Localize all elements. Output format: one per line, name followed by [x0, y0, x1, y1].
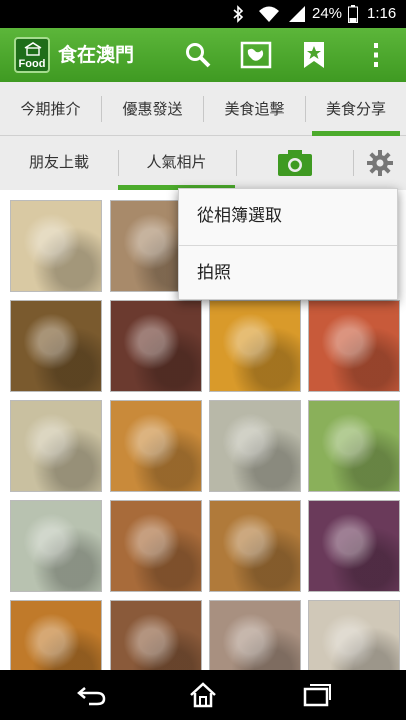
photo-thumbnail[interactable]: [308, 600, 400, 670]
photo-thumbnail[interactable]: [308, 300, 400, 392]
tab-label: 今期推介: [20, 100, 81, 118]
camera-button[interactable]: [237, 136, 353, 190]
tab-food-chase[interactable]: 美食追擊: [204, 82, 305, 136]
photo-thumbnail[interactable]: [209, 500, 301, 592]
recent-apps-icon[interactable]: [295, 678, 339, 712]
subtab-friend-uploads[interactable]: 朋友上載: [0, 136, 118, 190]
overflow-menu-icon[interactable]: [356, 36, 396, 74]
battery-icon: [348, 0, 360, 28]
bluetooth-icon: [232, 0, 246, 28]
main-tabs: 今期推介 優惠發送 美食追擊 美食分享: [0, 82, 406, 136]
logo-text: Food: [18, 58, 46, 70]
home-icon[interactable]: [181, 678, 225, 712]
search-icon[interactable]: [178, 36, 218, 74]
photo-thumbnail[interactable]: [10, 500, 102, 592]
photo-thumbnail[interactable]: [10, 200, 102, 292]
tab-label: 美食追擊: [224, 100, 285, 118]
tab-offers[interactable]: 優惠發送: [102, 82, 203, 136]
house-icon: [24, 42, 42, 56]
photo-thumbnail[interactable]: [110, 600, 202, 670]
sub-tabs: 朋友上載 人氣相片: [0, 136, 406, 190]
photo-thumbnail[interactable]: [10, 300, 102, 392]
bookmark-star-icon[interactable]: [294, 36, 334, 74]
signal-icon: [288, 0, 308, 28]
photo-thumbnail[interactable]: [110, 400, 202, 492]
app-logo[interactable]: Food: [14, 37, 50, 73]
back-icon[interactable]: [70, 678, 114, 712]
photo-thumbnail[interactable]: [10, 400, 102, 492]
camera-icon: [278, 150, 312, 176]
tab-label: 美食分享: [325, 100, 386, 118]
photo-thumbnail[interactable]: [10, 600, 102, 670]
wifi-icon: [258, 0, 282, 28]
menu-item-choose-from-album[interactable]: 從相簿選取: [179, 189, 397, 244]
photo-thumbnail[interactable]: [209, 400, 301, 492]
map-icon[interactable]: [236, 36, 276, 74]
photo-thumbnail[interactable]: [209, 300, 301, 392]
settings-button[interactable]: [354, 136, 406, 190]
photo-thumbnail[interactable]: [110, 500, 202, 592]
photo-thumbnail[interactable]: [110, 300, 202, 392]
photo-thumbnail[interactable]: [209, 600, 301, 670]
tab-current-picks[interactable]: 今期推介: [0, 82, 101, 136]
subtab-label: 朋友上載: [28, 153, 89, 171]
photo-thumbnail[interactable]: [308, 500, 400, 592]
tab-food-share[interactable]: 美食分享: [306, 82, 406, 136]
status-bar: 24% 1:16: [0, 0, 406, 28]
tab-label: 優惠發送: [122, 100, 183, 118]
action-bar: Food 食在澳門: [0, 28, 406, 82]
photo-source-popup: 從相簿選取 拍照: [178, 188, 398, 300]
app-title: 食在澳門: [58, 44, 135, 66]
photo-thumbnail[interactable]: [308, 400, 400, 492]
clock: 1:16: [367, 5, 397, 22]
battery-percent: 24%: [312, 5, 343, 22]
menu-item-take-photo[interactable]: 拍照: [179, 246, 397, 301]
subtab-label: 人氣相片: [146, 153, 207, 171]
settings-gear-icon: [367, 150, 393, 176]
subtab-popular-photos[interactable]: 人氣相片: [118, 136, 235, 190]
system-nav-bar: [0, 670, 406, 720]
